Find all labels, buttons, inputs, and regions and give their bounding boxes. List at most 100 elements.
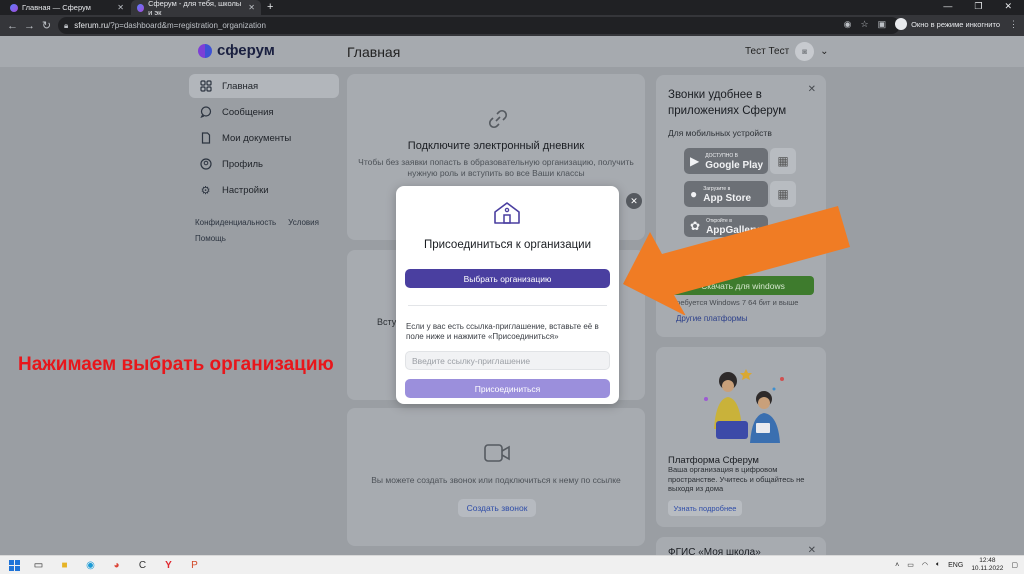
sidebar-item-messages[interactable]: Сообщения — [189, 100, 339, 124]
grid-icon — [199, 80, 212, 93]
browser-tab-sferum[interactable]: Сферум - для тебя, школы и эк ✕ — [131, 0, 261, 17]
join-organization-modal: Присоединиться к организации Выбрать орг… — [396, 186, 619, 404]
incognito-icon[interactable]: ◉ — [844, 19, 852, 30]
reload-icon[interactable]: ↻ — [38, 19, 55, 32]
sidebar-toggle-icon[interactable]: ▣ — [878, 19, 887, 30]
incognito-indicator[interactable]: Окно в режиме инкогнито — [895, 18, 1000, 30]
diary-card-title: Подключите электронный дневник — [407, 140, 585, 152]
sidebar-item-settings[interactable]: ⚙ Настройки — [189, 178, 339, 202]
browser-menu-icon[interactable]: ⋮ — [1009, 19, 1018, 30]
sferum-favicon-icon — [10, 3, 18, 12]
apple-icon: ● — [690, 187, 698, 201]
system-tray: ˄ ▭ ◠ 🔈︎ ENG 12:48 10.11.2022 ▢ — [895, 557, 1018, 573]
back-icon[interactable]: ← — [4, 20, 21, 32]
lock-icon: 🔒︎ — [64, 20, 69, 30]
call-card-text: Вы можете создать звонок или подключитьс… — [371, 475, 621, 485]
chevron-up-icon[interactable]: ˄ — [895, 562, 899, 569]
sidebar-item-label: Настройки — [222, 184, 269, 196]
terms-link[interactable]: Условия — [288, 218, 319, 227]
sidebar-item-profile[interactable]: Профиль — [189, 152, 339, 176]
app-c-icon[interactable]: C — [136, 559, 149, 572]
link-icon — [487, 108, 509, 136]
privacy-link[interactable]: Конфиденциальность — [195, 218, 276, 227]
other-platforms-link[interactable]: Другие платформы — [676, 314, 748, 323]
close-icon[interactable]: ✕ — [808, 84, 816, 95]
url-path: /?p=dashboard&m=registration_organizatio… — [108, 21, 266, 30]
sidebar-item-label: Главная — [222, 80, 259, 92]
star-icon[interactable]: ☆ — [860, 19, 868, 30]
google-play-button[interactable]: ▶ ДОСТУПНО В Google Play — [684, 148, 768, 174]
task-view-icon[interactable]: ▭ — [32, 559, 45, 572]
notifications-icon[interactable]: ▢ — [1011, 561, 1018, 569]
apps-promo-title: Звонки удобнее в приложениях Сферум — [668, 89, 787, 117]
user-menu[interactable]: Тест Тест ◙ ⌄ — [745, 42, 829, 61]
choose-organization-button[interactable]: Выбрать организацию — [405, 269, 610, 288]
powerpoint-icon[interactable]: P — [188, 559, 201, 572]
chrome-icon[interactable]: ◕ — [110, 559, 123, 572]
document-icon — [199, 132, 212, 145]
help-link[interactable]: Помощь — [195, 234, 226, 243]
browser-tab-bar: Главная — Сферум ✕ Сферум - для тебя, шк… — [0, 0, 1024, 17]
yandex-browser-icon[interactable]: Y — [162, 559, 175, 572]
windows-start-icon[interactable] — [8, 559, 21, 572]
browser-tab-home[interactable]: Главная — Сферум ✕ — [4, 0, 130, 15]
modal-divider — [408, 305, 607, 306]
create-call-button[interactable]: Создать звонок — [458, 499, 536, 517]
site-header — [0, 36, 1024, 67]
language-indicator[interactable]: ENG — [948, 562, 963, 569]
call-card: Вы можете создать звонок или подключитьс… — [347, 408, 645, 546]
minimize-icon[interactable]: — — [943, 1, 952, 12]
join-button[interactable]: Присоединиться — [405, 379, 610, 398]
sidebar-item-label: Профиль — [222, 158, 264, 170]
platform-promo-card: Платформа Сферум Ваша организация в цифр… — [656, 347, 826, 527]
window-controls: — ❐ ✕ — [931, 0, 1024, 13]
annotation-text: Нажимаем выбрать организацию — [18, 354, 334, 375]
forward-icon[interactable]: → — [21, 20, 38, 32]
sidebar-item-documents[interactable]: Мои документы — [189, 126, 339, 150]
battery-icon[interactable]: ▭ — [907, 561, 914, 569]
sferum-favicon-icon — [137, 3, 145, 12]
clock-date: 10.11.2022 — [971, 565, 1004, 572]
user-name: Тест Тест — [745, 46, 790, 57]
modal-title: Присоединиться к организации — [423, 239, 592, 251]
chevron-down-icon: ⌄ — [820, 46, 829, 57]
camera-avatar-icon: ◙ — [795, 42, 815, 61]
qr-code-icon[interactable]: ▦ — [770, 181, 796, 207]
sferum-logo-icon — [198, 43, 212, 58]
address-bar[interactable]: 🔒︎ sferum.ru/?p=dashboard&m=registration… — [58, 17, 900, 34]
learn-more-button[interactable]: Узнать подробнее — [668, 500, 742, 516]
clock-time: 12:48 — [979, 557, 996, 564]
sferum-logo[interactable]: сферум — [198, 42, 275, 59]
platform-promo-text: Ваша организация в цифровом пространстве… — [668, 465, 805, 493]
app-store-button[interactable]: ● Загрузите в App Store — [684, 181, 768, 207]
close-window-icon[interactable]: ✕ — [1004, 1, 1012, 12]
windows-taskbar: ▭ ■ ◉ ◕ C Y P ˄ ▭ ◠ 🔈︎ ENG 12:48 10.11.2… — [0, 555, 1024, 574]
sidebar-item-label: Мои документы — [222, 132, 292, 144]
apps-promo-subtitle: Для мобильных устройств — [668, 128, 772, 138]
restore-icon[interactable]: ❐ — [974, 1, 982, 12]
volume-icon[interactable]: 🔈︎ — [936, 561, 940, 569]
invite-help-text: Если у вас есть ссылка-приглашение, вста… — [406, 322, 599, 341]
user-icon — [199, 158, 212, 171]
annotation-arrow — [623, 206, 850, 315]
sidebar-item-home[interactable]: Главная — [189, 74, 339, 98]
close-tab-icon[interactable]: ✕ — [248, 3, 255, 12]
url-host: sferum.ru — [74, 21, 109, 30]
sidebar: Главная Сообщения Мои документы Профиль … — [189, 74, 339, 204]
sidebar-item-label: Сообщения — [222, 106, 274, 118]
message-icon — [199, 106, 212, 119]
new-tab-button[interactable]: + — [267, 1, 273, 13]
file-explorer-icon[interactable]: ■ — [58, 559, 71, 572]
diary-card-text: Чтобы без заявки попасть в образовательн… — [358, 157, 634, 178]
wifi-icon[interactable]: ◠ — [922, 561, 928, 569]
incognito-avatar-icon — [895, 18, 908, 30]
edge-browser-icon[interactable]: ◉ — [84, 559, 97, 572]
organization-building-icon — [494, 202, 520, 224]
sidebar-footer-links: Конфиденциальность Условия Помощь — [195, 218, 319, 250]
clock[interactable]: 12:48 10.11.2022 — [971, 557, 1003, 573]
modal-close-icon[interactable]: ✕ — [626, 193, 642, 209]
browser-toolbar: ← → ↻ 🔒︎ sferum.ru/?p=dashboard&m=regist… — [0, 15, 1024, 36]
close-tab-icon[interactable]: ✕ — [117, 3, 124, 12]
qr-code-icon[interactable]: ▦ — [770, 148, 796, 174]
invite-link-input[interactable] — [405, 351, 610, 370]
